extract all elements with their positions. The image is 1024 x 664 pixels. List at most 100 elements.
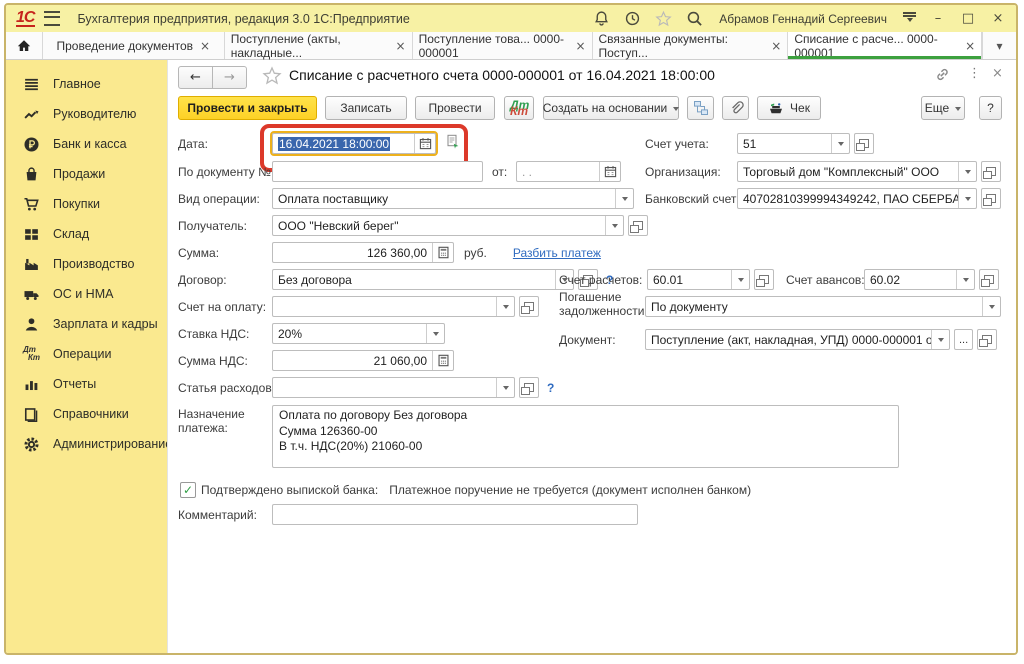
related-documents-button[interactable] (687, 96, 714, 120)
more-button[interactable]: Еще (921, 96, 965, 120)
post-button[interactable]: Провести (415, 96, 495, 120)
open-button[interactable] (981, 161, 1001, 182)
expense-item-field[interactable] (272, 377, 515, 398)
favorite-star-icon[interactable] (262, 66, 282, 91)
doc-no-field[interactable] (272, 161, 483, 182)
minimize-button[interactable]: – (930, 11, 946, 26)
invoice-field[interactable] (272, 296, 515, 317)
document-field[interactable]: Поступление (акт, накладная, УПД) 0000-0… (645, 329, 950, 350)
bank-confirmed-checkbox[interactable]: ✓ (180, 482, 196, 498)
check-receipt-button[interactable]: Чек (757, 96, 821, 120)
sidebar-item-zarplata-i-kadry[interactable]: Зарплата и кадры (6, 309, 167, 339)
tab-postuplenie-tovarov[interactable]: Поступление това... 0000-000001× (413, 32, 593, 59)
dropdown-icon[interactable] (496, 378, 514, 397)
sidebar-item-glavnoe[interactable]: Главное (6, 69, 167, 99)
advance-account-field[interactable]: 60.02 (864, 269, 975, 290)
date-field[interactable]: 16.04.2021 18:00:00 (272, 133, 436, 154)
sidebar-item-proizvodstvo[interactable]: Производство (6, 249, 167, 279)
vat-amount-field[interactable]: 21 060,00 (272, 350, 454, 371)
favorites-star-icon[interactable] (655, 10, 672, 27)
tab-svyazannye-dokumenty[interactable]: Связанные документы: Поступ...× (593, 32, 789, 59)
doc-date-field[interactable]: . . (516, 161, 621, 182)
post-and-close-button[interactable]: Провести и закрыть (178, 96, 317, 120)
help-button[interactable]: ? (979, 96, 1002, 120)
notifications-bell-icon[interactable] (593, 10, 610, 27)
open-button[interactable] (754, 269, 774, 290)
choose-ellipsis-button[interactable]: ... (954, 329, 973, 350)
open-button[interactable] (981, 188, 1001, 209)
close-tab-icon[interactable]: × (575, 39, 585, 53)
close-window-button[interactable]: × (990, 11, 1006, 26)
payee-field[interactable]: ООО "Невский берег" (272, 215, 624, 236)
sidebar-item-administrirovanie[interactable]: Администрирование (6, 429, 167, 459)
sidebar-item-otchety[interactable]: Отчеты (6, 369, 167, 399)
tab-provedenie-dokumentov[interactable]: Проведение документов× (43, 32, 225, 59)
split-payment-link[interactable]: Разбить платеж (513, 246, 601, 260)
bank-account-field[interactable]: 40702810399994349242, ПАО СБЕРБАНК (737, 188, 977, 209)
document-history-icon[interactable] (445, 133, 461, 154)
operation-type-field[interactable]: Оплата поставщику (272, 188, 634, 209)
dropdown-icon[interactable] (956, 270, 974, 289)
sidebar-item-operacii[interactable]: ДтКтОперации (6, 339, 167, 369)
open-button[interactable] (628, 215, 648, 236)
dropdown-icon[interactable] (958, 162, 976, 181)
dropdown-icon[interactable] (831, 134, 849, 153)
account-field[interactable]: 51 (737, 133, 850, 154)
close-tab-icon[interactable]: × (965, 39, 975, 53)
get-link-icon[interactable] (934, 66, 951, 88)
amount-field[interactable]: 126 360,00 (272, 242, 454, 263)
calendar-icon[interactable] (414, 134, 435, 153)
history-icon[interactable] (624, 10, 641, 27)
calendar-icon[interactable] (599, 162, 620, 181)
attachments-button[interactable] (722, 96, 749, 120)
sidebar-item-sklad[interactable]: Склад (6, 219, 167, 249)
maximize-button[interactable]: □ (960, 11, 976, 26)
calculator-icon[interactable] (432, 351, 453, 370)
sidebar-item-pokupki[interactable]: Покупки (6, 189, 167, 219)
dt-kt-postings-button[interactable]: ДтКт (504, 96, 534, 120)
dropdown-icon[interactable] (931, 330, 949, 349)
current-user[interactable]: Абрамов Геннадий Сергеевич (719, 12, 887, 26)
sidebar-item-prodazhi[interactable]: Продажи (6, 159, 167, 189)
sidebar-item-rukovoditelyu[interactable]: Руководителю (6, 99, 167, 129)
tab-overflow-button[interactable]: ▾ (982, 32, 1016, 59)
calculator-icon[interactable] (432, 243, 453, 262)
tab-spisanie-s-rascheta[interactable]: Списание с расче... 0000-000001× (788, 32, 982, 59)
forward-button[interactable]: → (213, 66, 247, 89)
open-button[interactable] (519, 377, 539, 398)
search-icon[interactable] (686, 10, 703, 27)
sidebar-item-os-i-nma[interactable]: ОС и НМА (6, 279, 167, 309)
back-button[interactable]: ← (178, 66, 213, 89)
open-button[interactable] (977, 329, 997, 350)
organization-field[interactable]: Торговый дом "Комплексный" ООО (737, 161, 977, 182)
sidebar-item-spravochniki[interactable]: Справочники (6, 399, 167, 429)
open-button[interactable] (979, 269, 999, 290)
close-tab-icon[interactable]: × (396, 39, 406, 53)
create-based-on-button[interactable]: Создать на основании (543, 96, 679, 120)
tab-home[interactable] (6, 32, 43, 59)
main-menu-hamburger-icon[interactable] (44, 11, 60, 26)
dropdown-icon[interactable] (731, 270, 749, 289)
close-tab-icon[interactable]: × (200, 39, 210, 53)
service-menu-icon[interactable] (903, 12, 916, 25)
comment-field[interactable] (272, 504, 638, 525)
dropdown-icon[interactable] (958, 189, 976, 208)
form-menu-dots-icon[interactable]: ⋮ (968, 66, 981, 81)
settlement-account-field[interactable]: 60.01 (647, 269, 750, 290)
open-button[interactable] (519, 296, 539, 317)
contract-field[interactable]: Без договора (272, 269, 574, 290)
save-button[interactable]: Записать (325, 96, 407, 120)
help-question-icon[interactable]: ? (547, 381, 554, 395)
close-tab-icon[interactable]: × (771, 39, 781, 53)
dropdown-icon[interactable] (496, 297, 514, 316)
sidebar-item-bank-i-kassa[interactable]: Банк и касса (6, 129, 167, 159)
open-button[interactable] (854, 133, 874, 154)
vat-rate-field[interactable]: 20% (272, 323, 445, 344)
close-form-icon[interactable]: × (992, 66, 1003, 81)
repayment-field[interactable]: По документу (645, 296, 1001, 317)
dropdown-icon[interactable] (426, 324, 444, 343)
dropdown-icon[interactable] (605, 216, 623, 235)
dropdown-icon[interactable] (982, 297, 1000, 316)
purpose-textarea[interactable]: Оплата по договору Без договора Сумма 12… (272, 405, 899, 468)
tab-postuplenie-akty[interactable]: Поступление (акты, накладные...× (225, 32, 413, 59)
